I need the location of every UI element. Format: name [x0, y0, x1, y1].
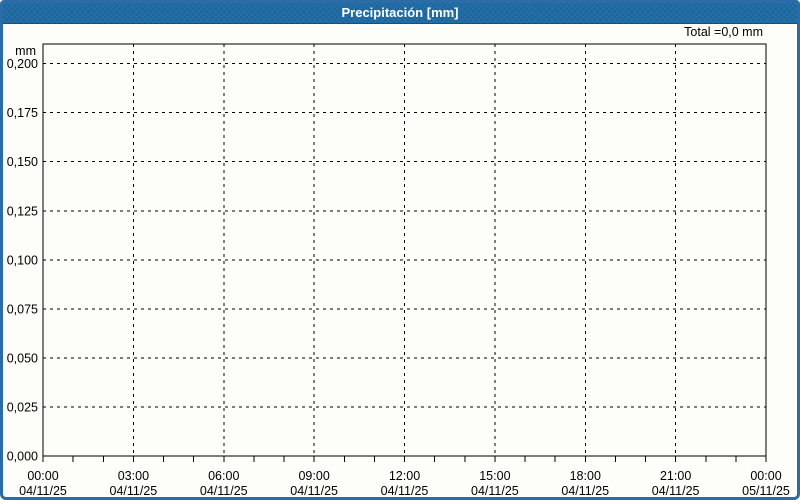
total-label: Total =0,0 mm [684, 25, 763, 39]
x-time-label: 00:00 [750, 469, 781, 483]
y-tick-label: 0,125 [7, 204, 38, 218]
y-tick-label: 0,050 [7, 351, 38, 365]
y-tick-label: 0,025 [7, 400, 38, 414]
y-tick-label: 0,100 [7, 253, 38, 267]
x-time-label: 09:00 [298, 469, 329, 483]
plot-svg: 0,200 0,175 0,150 0,125 0,100 0,075 0,050 0,025… [7, 43, 790, 498]
y-axis-unit-label: mm [15, 44, 36, 58]
y-tick-label: 0,200 [7, 57, 38, 71]
x-time-label: 12:00 [389, 469, 420, 483]
x-date-label: 04/11/25 [200, 484, 248, 498]
x-date-label: 04/11/25 [471, 484, 519, 498]
x-time-label: 00:00 [27, 469, 58, 483]
x-time-label: 21:00 [660, 469, 691, 483]
x-date-label: 04/11/25 [561, 484, 609, 498]
y-tick-label: 0,150 [7, 155, 38, 169]
x-date-label: 05/11/25 [742, 484, 790, 498]
x-date-label: 04/11/25 [110, 484, 158, 498]
y-tick-label: 0,075 [7, 302, 38, 316]
chart-window: 0,200 0,175 0,150 0,125 0,100 0,075 0,050 0,025… [0, 0, 800, 500]
y-tick-label: 0,000 [7, 450, 38, 464]
chart-title: Precipitación [mm] [341, 5, 459, 20]
x-date-label: 04/11/25 [19, 484, 67, 498]
y-tick-label: 0,175 [7, 106, 38, 120]
x-date-label: 04/11/25 [652, 484, 700, 498]
x-time-label: 15:00 [479, 469, 510, 483]
title-bar: Precipitación [mm] [3, 3, 797, 24]
x-time-label: 06:00 [208, 469, 239, 483]
x-date-label: 04/11/25 [290, 484, 338, 498]
x-date-label: 04/11/25 [381, 484, 429, 498]
x-time-label: 03:00 [118, 469, 149, 483]
x-time-label: 18:00 [570, 469, 601, 483]
